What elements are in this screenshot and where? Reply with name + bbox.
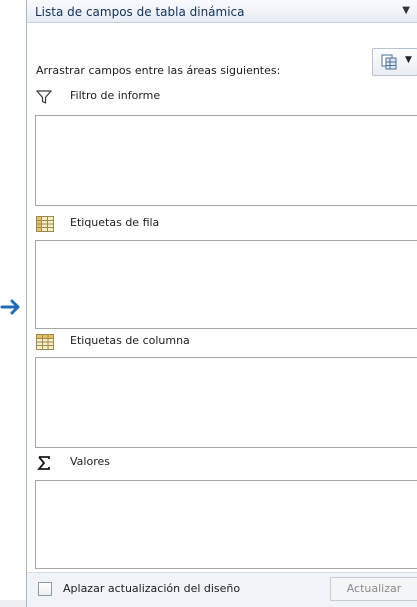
filter-area-title: Filtro de informe [70, 89, 161, 102]
filter-funnel-icon [36, 90, 52, 104]
row-area-title: Etiquetas de fila [70, 216, 160, 229]
column-drop-area[interactable] [35, 357, 417, 448]
sigma-icon [37, 456, 50, 470]
update-button[interactable]: Actualizar [330, 577, 417, 601]
filter-drop-area[interactable] [35, 115, 417, 206]
panel-footer: Aplazar actualización del diseño Actuali… [27, 572, 417, 607]
chevron-down-icon[interactable]: ▼ [402, 5, 410, 16]
row-labels-grid-icon [36, 216, 54, 232]
panel-titlebar[interactable]: Lista de campos de tabla dinámica ▼ [27, 0, 417, 23]
field-list-layout-icon [381, 54, 397, 70]
chevron-down-icon: ▼ [405, 55, 412, 65]
panel-title: Lista de campos de tabla dinámica [35, 5, 245, 19]
defer-update-checkbox[interactable] [38, 582, 52, 596]
pivot-field-list-panel: Lista de campos de tabla dinámica ▼ ▼ Ar… [26, 0, 417, 607]
defer-update-label[interactable]: Aplazar actualización del diseño [63, 582, 240, 595]
column-area-title: Etiquetas de columna [70, 334, 190, 347]
column-labels-grid-icon [36, 334, 54, 350]
row-drop-area[interactable] [35, 240, 417, 329]
values-area-title: Valores [70, 455, 110, 468]
instructions-text: Arrastrar campos entre las áreas siguien… [36, 64, 281, 77]
field-layout-button[interactable]: ▼ [372, 48, 417, 76]
arrow-right-icon [0, 299, 20, 315]
values-drop-area[interactable] [35, 480, 417, 569]
